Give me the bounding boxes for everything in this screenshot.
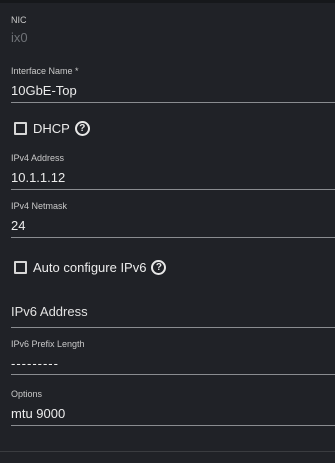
ipv6-prefix-select[interactable]: --------- (11, 356, 335, 372)
ipv4-address-input[interactable]: 10.1.1.12 (11, 170, 335, 186)
dhcp-checkbox[interactable] (14, 122, 27, 135)
ipv6-address-input[interactable]: IPv6 Address (11, 304, 335, 320)
dhcp-label[interactable]: DHCP (33, 121, 70, 136)
options-field[interactable]: Options mtu 9000 (11, 389, 335, 426)
auto-ipv6-checkbox[interactable] (14, 261, 27, 274)
ipv4-address-label: IPv4 Address (11, 153, 65, 163)
ipv4-netmask-underline (11, 237, 335, 238)
ipv6-prefix-field[interactable]: IPv6 Prefix Length --------- (11, 339, 335, 375)
options-input[interactable]: mtu 9000 (11, 406, 335, 422)
auto-ipv6-label[interactable]: Auto configure IPv6 (33, 260, 146, 275)
ipv4-address-underline (11, 189, 335, 190)
nic-field: NIC ix0 (11, 15, 335, 46)
interface-name-input[interactable]: 10GbE-Top (11, 83, 335, 99)
interface-name-field[interactable]: Interface Name * 10GbE-Top (11, 66, 335, 103)
interface-name-underline (11, 102, 335, 103)
nic-value: ix0 (11, 30, 28, 45)
help-circle-icon[interactable]: ? (74, 121, 90, 136)
panel-top-edge (0, 0, 335, 3)
ipv6-prefix-underline (11, 374, 335, 375)
ipv6-address-field[interactable]: IPv6 Address (11, 304, 335, 328)
nic-label: NIC (11, 15, 27, 25)
ipv4-address-field[interactable]: IPv4 Address 10.1.1.12 (11, 153, 335, 190)
interface-name-label: Interface Name * (11, 66, 79, 76)
ipv4-netmask-label: IPv4 Netmask (11, 201, 68, 211)
options-label: Options (11, 389, 43, 399)
ipv4-netmask-field[interactable]: IPv4 Netmask 24 (11, 201, 335, 238)
ipv4-netmask-input[interactable]: 24 (11, 218, 335, 234)
options-underline (11, 425, 335, 426)
ipv6-prefix-label: IPv6 Prefix Length (11, 339, 85, 349)
help-circle-icon[interactable]: ? (151, 260, 167, 275)
ipv6-address-underline (11, 327, 335, 328)
dhcp-row[interactable]: DHCP ? (14, 121, 90, 136)
auto-ipv6-row[interactable]: Auto configure IPv6 ? (14, 260, 167, 275)
section-divider (0, 451, 335, 452)
